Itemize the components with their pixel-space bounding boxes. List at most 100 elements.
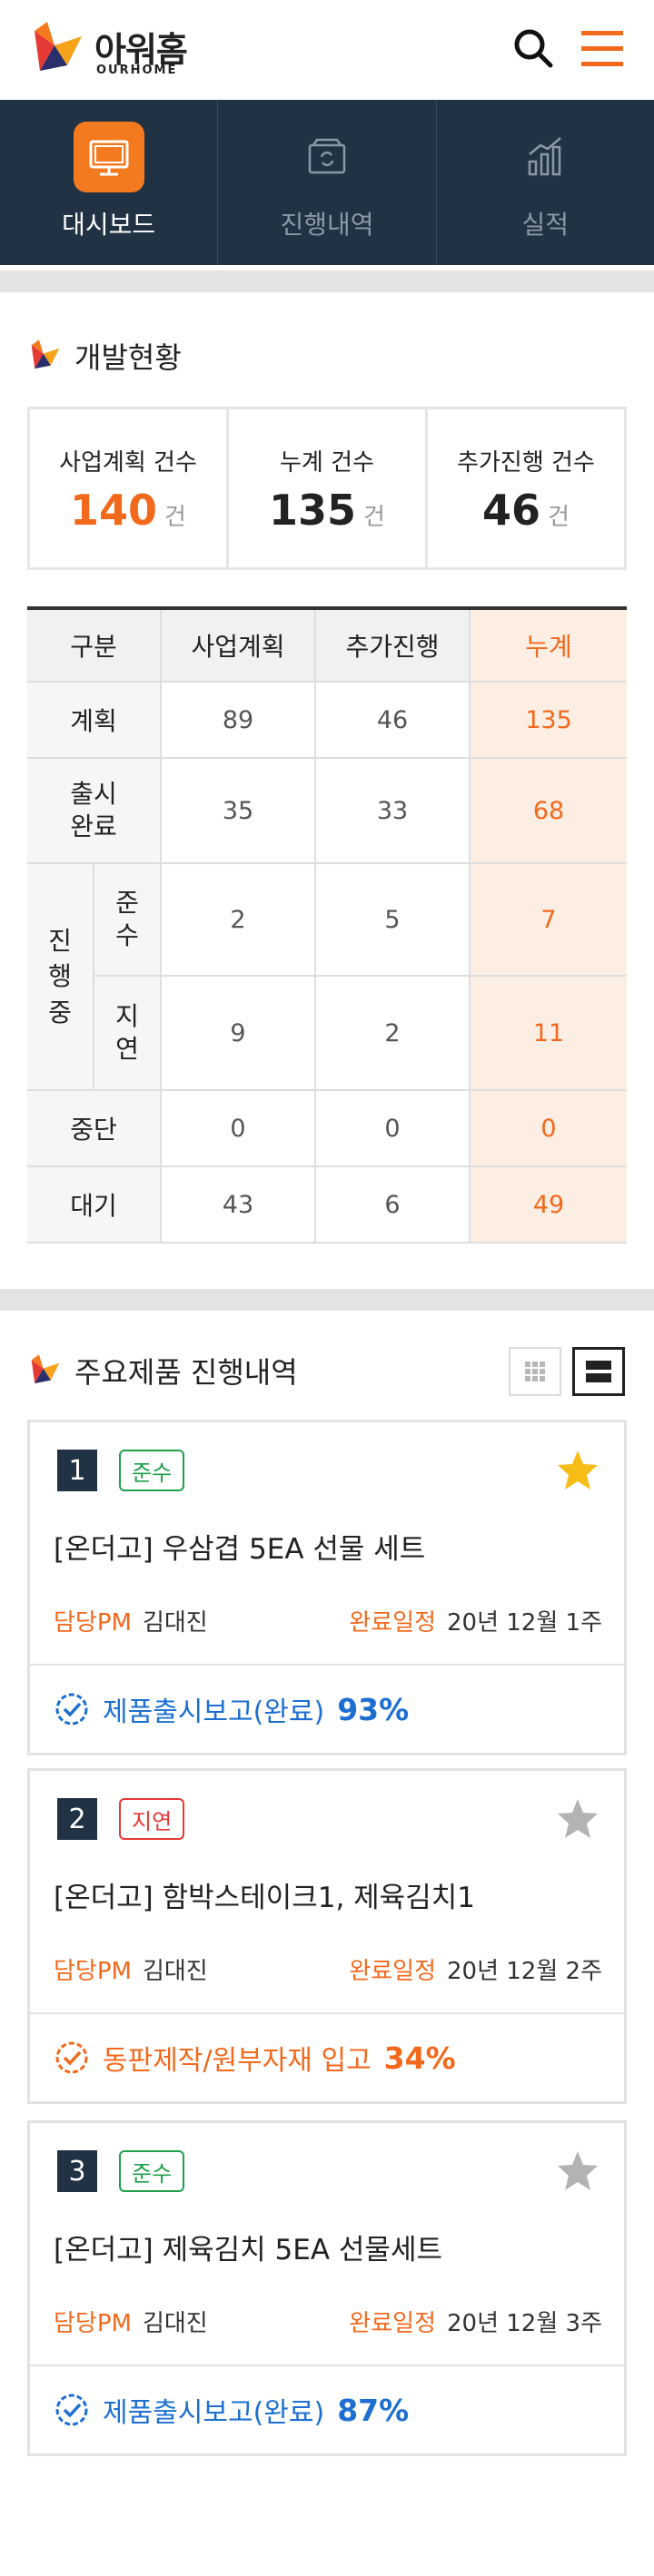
pm-info: 담당PM 김대진 [54,2305,208,2338]
due-info: 완료일정 20년 12월 3주 [349,2305,602,2338]
table-cell-total: 0 [471,1091,627,1167]
star-icon[interactable] [555,2148,600,2194]
row-label: 출시완료 [27,759,162,864]
section-divider [0,1289,654,1311]
pm-info: 담당PM 김대진 [54,1952,208,1986]
table-header: 추가진행 [316,610,471,683]
main-tab-bar: 대시보드 진행내역 실적 [0,100,654,265]
stat-unit: 건 [548,504,570,531]
grid-view-button[interactable] [509,1347,561,1396]
stat-label: 사업계획 건수 [59,449,197,477]
due-info: 완료일정 20년 12월 2주 [349,1952,602,1986]
logo-mark-icon [31,339,60,369]
pm-label: 담당PM [54,1958,132,1985]
status-badge: 지연 [119,1798,185,1840]
table-cell: 89 [162,683,316,759]
table-cell: 5 [316,864,471,977]
stat-value: 135 [269,486,357,535]
table-cell-total: 49 [471,1167,627,1244]
row-label: 지연 [94,977,162,1091]
product-title: [온더고] 함박스테이크1, 제육김치1 [54,1882,475,1914]
product-number: 3 [57,2150,97,2192]
search-icon [514,29,553,68]
row-label: 중단 [27,1091,162,1167]
list-view-icon [586,1361,611,1382]
product-card[interactable]: 3 준수 [온더고] 제육김치 5EA 선물세트 담당PM 김대진 완료일정 20년… [27,2120,627,2456]
stat-unit: 건 [164,504,186,531]
tab-progress-history[interactable]: 진행내역 [218,100,437,265]
app-header: 아워홈 OURHOME [0,0,654,100]
progress-row: 동판제작/원부자재 입고 34% [30,2014,624,2101]
search-button[interactable] [510,25,558,73]
table-cell: 33 [316,759,471,864]
pm-name: 김대진 [142,1609,208,1637]
monitor-icon [89,140,129,176]
check-circle-icon [55,2394,88,2426]
progress-row: 제품출시보고(완료) 93% [30,1666,624,1753]
progress-percent: 93% [337,1691,410,1727]
pm-name: 김대진 [142,2310,208,2337]
stat-unit: 건 [363,504,385,531]
group-label: 진행중 [27,864,94,1091]
products-section-title: 주요제품 진행내역 [27,1351,298,1391]
table-header: 사업계획 [162,610,316,683]
due-date: 20년 12월 1주 [447,1609,602,1637]
table-cell: 35 [162,759,316,864]
table-cell: 6 [316,1167,471,1244]
product-card[interactable]: 2 지연 [온더고] 함박스테이크1, 제육김치1 담당PM 김대진 완료일정 20… [27,1768,627,2104]
stat-label: 추가진행 건수 [457,449,595,477]
star-icon[interactable] [555,1796,600,1842]
due-info: 완료일정 20년 12월 1주 [349,1604,602,1637]
tab-dashboard-label: 대시보드 [62,210,156,240]
product-card[interactable]: 1 준수 [온더고] 우삼겹 5EA 선물 세트 담당PM 김대진 완료일정 20년… [27,1420,627,1755]
section-title-text: 개발현황 [74,340,182,375]
list-view-button[interactable] [572,1347,625,1396]
stat-value: 140 [70,486,158,535]
check-circle-icon [55,1693,88,1726]
product-number: 1 [57,1450,97,1491]
grid-view-icon [525,1362,545,1381]
pm-label: 담당PM [54,1609,132,1637]
table-cell: 46 [316,683,471,759]
star-icon[interactable] [555,1448,600,1493]
table-cell: 0 [316,1091,471,1167]
table-header: 구분 [27,610,162,683]
row-label: 계획 [27,683,162,759]
stat-value: 46 [482,486,541,535]
hamburger-menu-icon [581,31,623,66]
tab-performance-label: 실적 [521,210,570,240]
menu-button[interactable] [578,25,627,73]
due-label: 완료일정 [349,2310,436,2337]
due-label: 완료일정 [349,1958,436,1985]
pm-info: 담당PM 김대진 [54,1604,208,1637]
logo-mark-icon [35,22,82,71]
box-refresh-icon [308,138,346,174]
progress-stage: 제품출시보고(완료) [103,1696,325,1728]
table-cell-total: 68 [471,759,627,864]
status-badge: 준수 [119,1450,185,1491]
section-title-text: 주요제품 진행내역 [74,1355,298,1390]
progress-percent: 34% [383,2040,456,2076]
summary-stats: 사업계획 건수 140 건 누계 건수 135 건 추가진행 건수 46 건 [27,407,627,570]
row-label: 대기 [27,1167,162,1244]
tab-progress-history-label: 진행내역 [280,210,374,240]
table-cell-total: 11 [471,977,627,1091]
stat-business-plan: 사업계획 건수 140 건 [30,409,229,567]
pm-label: 담당PM [54,2310,132,2337]
check-circle-icon [55,2041,88,2074]
tab-dashboard[interactable]: 대시보드 [0,100,219,265]
status-badge: 준수 [119,2150,185,2192]
bar-chart-icon [529,137,562,176]
tab-performance[interactable]: 실적 [437,100,654,265]
progress-percent: 87% [337,2392,410,2428]
stat-label: 누계 건수 [280,449,374,477]
row-label: 준수 [94,864,162,977]
table-cell: 2 [316,977,471,1091]
section-divider [0,270,654,292]
table-cell: 0 [162,1091,316,1167]
pm-name: 김대진 [142,1958,208,1985]
ourhome-logo[interactable]: 아워홈 OURHOME [27,18,191,82]
logo-mark-icon [31,1354,60,1384]
table-cell: 2 [162,864,316,977]
stat-additional: 추가진행 건수 46 건 [428,409,624,567]
